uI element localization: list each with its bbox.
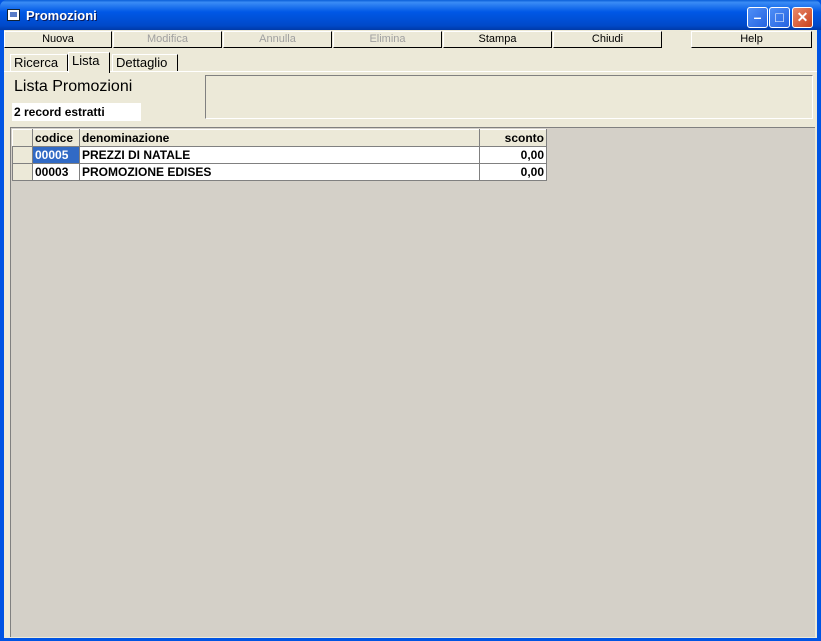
- client-area: Nuova Modifica Annulla Elimina Stampa Ch…: [4, 30, 817, 638]
- window-title: Promozioni: [26, 8, 97, 23]
- nuova-button[interactable]: Nuova: [4, 31, 112, 48]
- minimize-button[interactable]: –: [747, 7, 768, 28]
- info-panel: [205, 75, 813, 119]
- table-row[interactable]: 00005 PREZZI DI NATALE 0,00: [12, 146, 547, 164]
- tab-strip: Ricerca Lista Dettaglio: [4, 52, 817, 73]
- tab-dettaglio[interactable]: Dettaglio: [112, 54, 178, 72]
- column-header-sconto[interactable]: sconto: [479, 129, 547, 147]
- cell-denominazione[interactable]: PROMOZIONE EDISES: [79, 163, 480, 181]
- close-button[interactable]: ✕: [792, 7, 813, 28]
- cell-denominazione[interactable]: PREZZI DI NATALE: [79, 146, 480, 164]
- annulla-button[interactable]: Annulla: [223, 31, 332, 48]
- row-selector[interactable]: [12, 163, 33, 181]
- row-header-corner: [12, 129, 33, 147]
- column-header-denominazione[interactable]: denominazione: [79, 129, 480, 147]
- lista-panel: Lista Promozioni 2 record estratti codic…: [4, 71, 817, 638]
- cell-sconto[interactable]: 0,00: [479, 163, 547, 181]
- maximize-button[interactable]: □: [769, 7, 790, 28]
- minimize-icon: –: [753, 9, 762, 25]
- toolbar: Nuova Modifica Annulla Elimina Stampa Ch…: [4, 30, 817, 50]
- title-bar[interactable]: Promozioni – □ ✕: [0, 0, 821, 30]
- app-icon: [7, 9, 20, 21]
- chiudi-button[interactable]: Chiudi: [553, 31, 662, 48]
- record-count: 2 record estratti: [12, 103, 141, 121]
- results-grid: codice denominazione sconto 00005 PREZZI…: [12, 129, 547, 181]
- maximize-icon: □: [775, 9, 784, 25]
- stampa-button[interactable]: Stampa: [443, 31, 552, 48]
- promozioni-window: Promozioni – □ ✕ Nuova Modifica Annulla …: [0, 0, 821, 641]
- column-header-codice[interactable]: codice: [32, 129, 80, 147]
- cell-codice[interactable]: 00005: [32, 146, 80, 164]
- modifica-button[interactable]: Modifica: [113, 31, 222, 48]
- tab-ricerca[interactable]: Ricerca: [10, 54, 68, 72]
- table-row[interactable]: 00003 PROMOZIONE EDISES 0,00: [12, 163, 547, 181]
- results-grid-area[interactable]: codice denominazione sconto 00005 PREZZI…: [10, 127, 815, 637]
- cell-sconto[interactable]: 0,00: [479, 146, 547, 164]
- window-border-right: [817, 30, 821, 641]
- cell-codice[interactable]: 00003: [32, 163, 80, 181]
- elimina-button[interactable]: Elimina: [333, 31, 442, 48]
- row-selector[interactable]: [12, 146, 33, 164]
- close-icon: ✕: [796, 9, 809, 25]
- list-title: Lista Promozioni: [14, 78, 133, 95]
- grid-header-row: codice denominazione sconto: [12, 129, 547, 147]
- tab-lista[interactable]: Lista: [68, 52, 110, 73]
- help-button[interactable]: Help: [691, 31, 812, 48]
